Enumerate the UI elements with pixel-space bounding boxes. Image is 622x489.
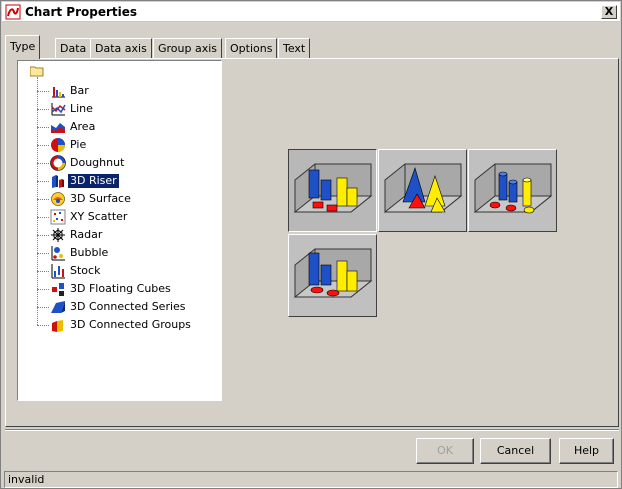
chart-type-tree[interactable]: Bar Line Area Pie Doughnut 3D Riser 3D S… (17, 60, 222, 401)
app-icon (5, 4, 21, 20)
tree-item-label: 3D Riser (68, 174, 119, 188)
help-button[interactable]: Help (559, 438, 614, 464)
3d-riser-bars-thumbnail[interactable] (288, 149, 377, 232)
radar-chart-icon (51, 228, 65, 242)
tree-connector-line (37, 77, 38, 325)
tree-item-label: 3D Surface (70, 192, 131, 205)
area-chart-icon (51, 123, 65, 133)
tab-text[interactable]: Text (278, 38, 311, 59)
3d-connected-groups-icon (52, 320, 63, 332)
tree-item-label: 3D Connected Groups (70, 318, 191, 331)
3d-surface-icon (51, 192, 65, 206)
tab-group-axis[interactable]: Group axis (153, 38, 223, 59)
tree-item-label: Stock (70, 264, 101, 277)
status-bar: invalid (4, 471, 618, 488)
3d-bars-preview-icon (293, 163, 373, 213)
window-title: Chart Properties (25, 5, 138, 19)
bubble-chart-icon (51, 246, 65, 261)
3d-riser-cylinders-thumbnail[interactable] (468, 149, 557, 232)
button-separator (5, 429, 619, 431)
tree-item-label: 3D Floating Cubes (70, 282, 171, 295)
tree-item-label: Pie (70, 138, 87, 151)
3d-riser-pyramids-thumbnail[interactable] (378, 149, 467, 232)
pie-chart-icon (51, 138, 65, 152)
tree-item-label: Radar (70, 228, 103, 241)
tab-data[interactable]: Data (55, 38, 92, 59)
chart-properties-dialog: Chart Properties X Type Data Data axis G… (0, 0, 622, 489)
3d-connected-series-icon (51, 301, 65, 313)
cancel-button[interactable]: Cancel (480, 438, 551, 464)
tree-item-label: Bar (70, 84, 89, 97)
3d-pyramids-preview-icon (383, 163, 463, 213)
3d-cylinders-preview-icon (473, 163, 553, 214)
line-chart-icon (51, 103, 66, 116)
bar-chart-icon (52, 87, 65, 98)
tab-options[interactable]: Options (225, 38, 278, 59)
xy-scatter-icon (50, 209, 66, 225)
folder-icon (30, 66, 44, 77)
tree-item-label: Line (70, 102, 93, 115)
tree-item-label: Doughnut (70, 156, 125, 169)
stock-chart-icon (51, 264, 65, 279)
3d-octagons-preview-icon (293, 248, 373, 298)
tab-type[interactable]: Type (5, 35, 41, 59)
tree-item-label: 3D Connected Series (70, 300, 186, 313)
title-bar[interactable]: Chart Properties X (2, 2, 620, 22)
ok-button[interactable]: OK (416, 438, 474, 464)
tree-item-label: XY Scatter (70, 210, 128, 223)
tab-data-axis[interactable]: Data axis (90, 38, 152, 59)
doughnut-chart-icon (50, 155, 66, 171)
3d-riser-octagons-thumbnail[interactable] (288, 234, 377, 317)
tree-item-label: Bubble (70, 246, 109, 259)
3d-floating-cubes-icon (52, 283, 64, 296)
close-button[interactable]: X (601, 5, 617, 19)
3d-riser-icon (52, 175, 64, 188)
tree-item-label: Area (70, 120, 96, 133)
